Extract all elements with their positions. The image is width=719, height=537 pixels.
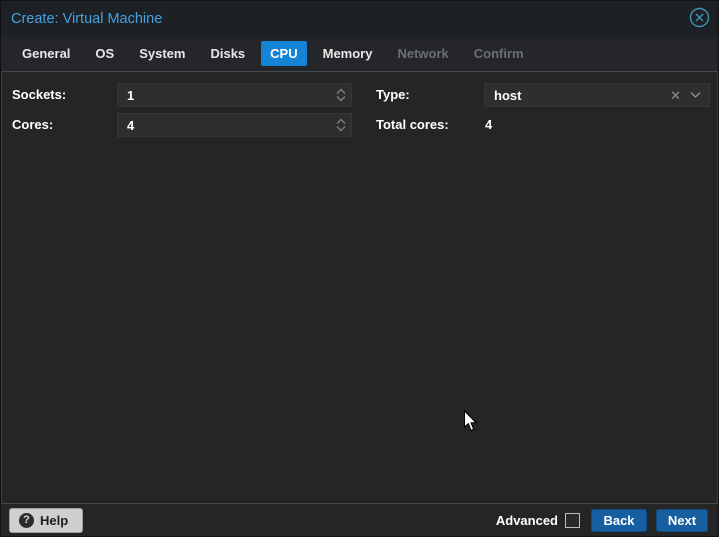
total-cores-value: 4 (485, 117, 493, 132)
type-label: Type: (376, 87, 410, 102)
advanced-checkbox[interactable] (565, 512, 580, 528)
chevron-down-icon[interactable] (336, 125, 346, 132)
tab-disks[interactable]: Disks (201, 41, 254, 66)
dialog-titlebar: Create: Virtual Machine (1, 1, 718, 37)
combo-tools: ✕ (670, 86, 709, 104)
sockets-value: 1 (127, 87, 135, 103)
next-button[interactable]: Next (656, 508, 708, 532)
close-button[interactable] (688, 7, 710, 31)
dialog-title: Create: Virtual Machine (11, 11, 163, 27)
type-combobox[interactable]: host ✕ (484, 83, 710, 107)
tab-os[interactable]: OS (86, 41, 123, 66)
cores-input[interactable]: 4 (117, 113, 352, 137)
tab-memory[interactable]: Memory (314, 41, 382, 66)
tab-network: Network (388, 41, 457, 66)
sockets-label: Sockets: (12, 87, 67, 102)
chevron-down-icon[interactable] (690, 86, 701, 104)
advanced-label: Advanced (495, 512, 558, 528)
dialog-footer: ? Help Advanced Back Next (1, 503, 718, 536)
total-cores-label: Total cores: (376, 117, 449, 132)
type-value: host (494, 87, 522, 103)
mouse-cursor (463, 409, 478, 432)
circle-x-icon (689, 7, 710, 31)
chevron-up-icon[interactable] (336, 118, 346, 125)
clear-x-icon[interactable]: ✕ (670, 89, 681, 102)
cores-value: 4 (127, 117, 135, 133)
tab-cpu[interactable]: CPU (261, 40, 307, 66)
cores-spinner[interactable] (331, 114, 351, 136)
cpu-form-panel: Sockets: 1 Type: host ✕ Cores: 4 Total c… (1, 71, 718, 503)
help-button-label: Help (40, 512, 69, 528)
back-button[interactable]: Back (591, 508, 647, 532)
tab-system[interactable]: System (130, 41, 194, 66)
tab-confirm: Confirm (465, 41, 533, 66)
create-vm-dialog: Create: Virtual Machine General OS Syste… (0, 0, 719, 537)
wizard-tab-bar: General OS System Disks CPU Memory Netwo… (1, 37, 718, 71)
cores-label: Cores: (12, 117, 54, 132)
sockets-input[interactable]: 1 (117, 83, 352, 107)
sockets-spinner[interactable] (331, 84, 351, 106)
help-button[interactable]: ? Help (9, 507, 84, 533)
chevron-down-icon[interactable] (336, 95, 346, 102)
chevron-up-icon[interactable] (336, 88, 346, 95)
question-circle-icon: ? (19, 512, 34, 528)
tab-general[interactable]: General (13, 41, 79, 66)
